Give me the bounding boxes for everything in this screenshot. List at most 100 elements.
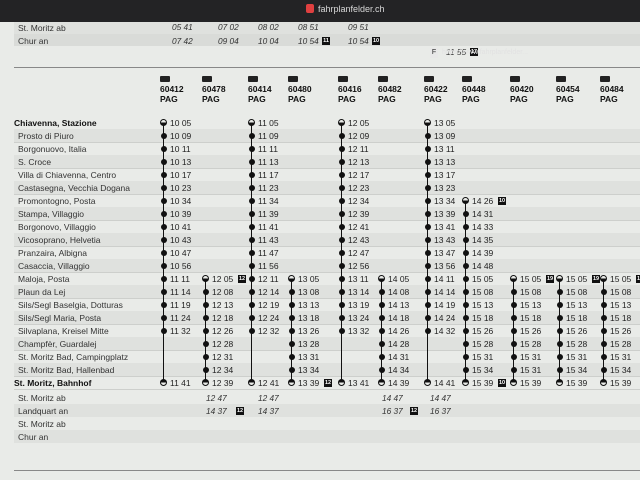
departure-time[interactable]: 11 39	[258, 209, 279, 219]
departure-time[interactable]: 13 08	[298, 287, 319, 297]
departure-time[interactable]: 14 08	[388, 287, 409, 297]
departure-time[interactable]: 10 09	[170, 131, 191, 141]
departure-time[interactable]: 12 56	[348, 261, 369, 271]
departure-time[interactable]: 13 32	[348, 326, 369, 336]
departure-time[interactable]: 13 39	[434, 209, 455, 219]
departure-time[interactable]: 10 17	[170, 170, 191, 180]
departure-time[interactable]: 13 09	[434, 131, 455, 141]
train-header[interactable]: 60454 PAG	[556, 76, 580, 104]
departure-time[interactable]: 12 11	[348, 144, 369, 154]
departure-time[interactable]: 12 11	[258, 274, 279, 284]
departure-time[interactable]: 11 56	[258, 261, 279, 271]
departure-time[interactable]: 13 13	[434, 157, 455, 167]
departure-time[interactable]: 13 24	[348, 313, 369, 323]
departure-time[interactable]: 11 09	[258, 131, 279, 141]
departure-time[interactable]: 11 11	[258, 144, 278, 154]
departure-time[interactable]: 13 56	[434, 261, 455, 271]
departure-time[interactable]: 15 18	[566, 313, 587, 323]
departure-time[interactable]: 12 05	[348, 118, 369, 128]
departure-time[interactable]: 11 34	[258, 196, 279, 206]
departure-time[interactable]: 11 14	[170, 287, 191, 297]
departure-time[interactable]: 15 05	[520, 274, 541, 284]
departure-time[interactable]: 12 32	[258, 326, 279, 336]
departure-time[interactable]: 11 13	[258, 157, 279, 167]
departure-time[interactable]: 12 28	[212, 339, 233, 349]
departure-time[interactable]: 15 08	[566, 287, 587, 297]
departure-time[interactable]: 15 05	[566, 274, 587, 284]
departure-time[interactable]: 14 28	[388, 339, 409, 349]
departure-time[interactable]: 15 26	[472, 326, 493, 336]
train-header[interactable]: 60412 PAG	[160, 76, 184, 104]
departure-time[interactable]: 10 34	[170, 196, 191, 206]
departure-time[interactable]: 10 11	[170, 144, 191, 154]
departure-time[interactable]: 13 26	[298, 326, 319, 336]
departure-time[interactable]: 12 41	[348, 222, 369, 232]
departure-time[interactable]: 12 26	[212, 326, 233, 336]
departure-time[interactable]: 15 31	[566, 352, 587, 362]
departure-time[interactable]: 15 34	[566, 365, 587, 375]
departure-time[interactable]: 15 13	[610, 300, 631, 310]
departure-time[interactable]: 15 34	[610, 365, 631, 375]
departure-time[interactable]: 12 14	[258, 287, 279, 297]
departure-time[interactable]: 15 08	[520, 287, 541, 297]
train-header[interactable]: 60484 PAG	[600, 76, 624, 104]
departure-time[interactable]: 12 08	[212, 287, 233, 297]
address-url[interactable]: fahrplanfelder.ch	[318, 4, 385, 14]
departure-time[interactable]: 14 35	[472, 235, 493, 245]
train-header[interactable]: 60482 PAG	[378, 76, 402, 104]
departure-time[interactable]: 14 26	[388, 326, 409, 336]
departure-time[interactable]: 15 31	[520, 365, 541, 375]
departure-time[interactable]: 14 39	[388, 378, 409, 388]
departure-time[interactable]: 15 31	[520, 352, 541, 362]
departure-time[interactable]: 12 34	[348, 196, 369, 206]
train-header[interactable]: 60422 PAG	[424, 76, 448, 104]
departure-time[interactable]: 11 19	[170, 300, 191, 310]
departure-time[interactable]: 12 13	[212, 300, 233, 310]
departure-time[interactable]: 15 08	[472, 287, 493, 297]
departure-time[interactable]: 15 28	[520, 339, 541, 349]
departure-time[interactable]: 13 05	[298, 274, 319, 284]
tab-url[interactable]: https://www.fahrplanfelder...	[442, 49, 528, 56]
departure-time[interactable]: 11 05	[258, 118, 279, 128]
departure-time[interactable]: 10 47	[170, 248, 191, 258]
departure-time[interactable]: 12 18	[212, 313, 233, 323]
departure-time[interactable]: 10 41	[170, 222, 191, 232]
departure-time[interactable]: 15 28	[566, 339, 587, 349]
departure-time[interactable]: 14 31	[472, 209, 493, 219]
departure-time[interactable]: 13 13	[298, 300, 319, 310]
departure-time[interactable]: 12 31	[212, 352, 233, 362]
train-header[interactable]: 60480 PAG	[288, 76, 312, 104]
train-header[interactable]: 60420 PAG	[510, 76, 534, 104]
departure-time[interactable]: 14 18	[388, 313, 409, 323]
departure-time[interactable]: 13 39	[298, 378, 319, 388]
departure-time[interactable]: 12 19	[258, 300, 279, 310]
departure-time[interactable]: 10 56	[170, 261, 191, 271]
train-header[interactable]: 60448 PAG	[462, 76, 486, 104]
departure-time[interactable]: 13 41	[434, 222, 455, 232]
departure-time[interactable]: 15 05	[472, 274, 493, 284]
departure-time[interactable]: 13 34	[434, 196, 455, 206]
departure-time[interactable]: 15 18	[610, 313, 631, 323]
departure-time[interactable]: 14 24	[434, 313, 455, 323]
departure-time[interactable]: 14 11	[434, 274, 455, 284]
departure-time[interactable]: 13 41	[348, 378, 369, 388]
departure-time[interactable]: 15 31	[472, 352, 493, 362]
departure-time[interactable]: 14 34	[388, 365, 409, 375]
departure-time[interactable]: 12 34	[212, 365, 233, 375]
departure-time[interactable]: 10 05	[170, 118, 191, 128]
departure-time[interactable]: 11 23	[258, 183, 279, 193]
departure-time[interactable]: 10 13	[170, 157, 191, 167]
departure-time[interactable]: 12 23	[348, 183, 369, 193]
departure-time[interactable]: 13 05	[434, 118, 455, 128]
departure-time[interactable]: 15 39	[472, 378, 493, 388]
departure-time[interactable]: 12 47	[348, 248, 369, 258]
departure-time[interactable]: 15 13	[520, 300, 541, 310]
departure-time[interactable]: 13 23	[434, 183, 455, 193]
departure-time[interactable]: 11 32	[170, 326, 191, 336]
departure-time[interactable]: 15 05	[610, 274, 631, 284]
departure-time[interactable]: 15 08	[610, 287, 631, 297]
departure-time[interactable]: 10 23	[170, 183, 191, 193]
departure-time[interactable]: 15 13	[566, 300, 587, 310]
departure-time[interactable]: 15 18	[520, 313, 541, 323]
departure-time[interactable]: 14 14	[434, 287, 455, 297]
